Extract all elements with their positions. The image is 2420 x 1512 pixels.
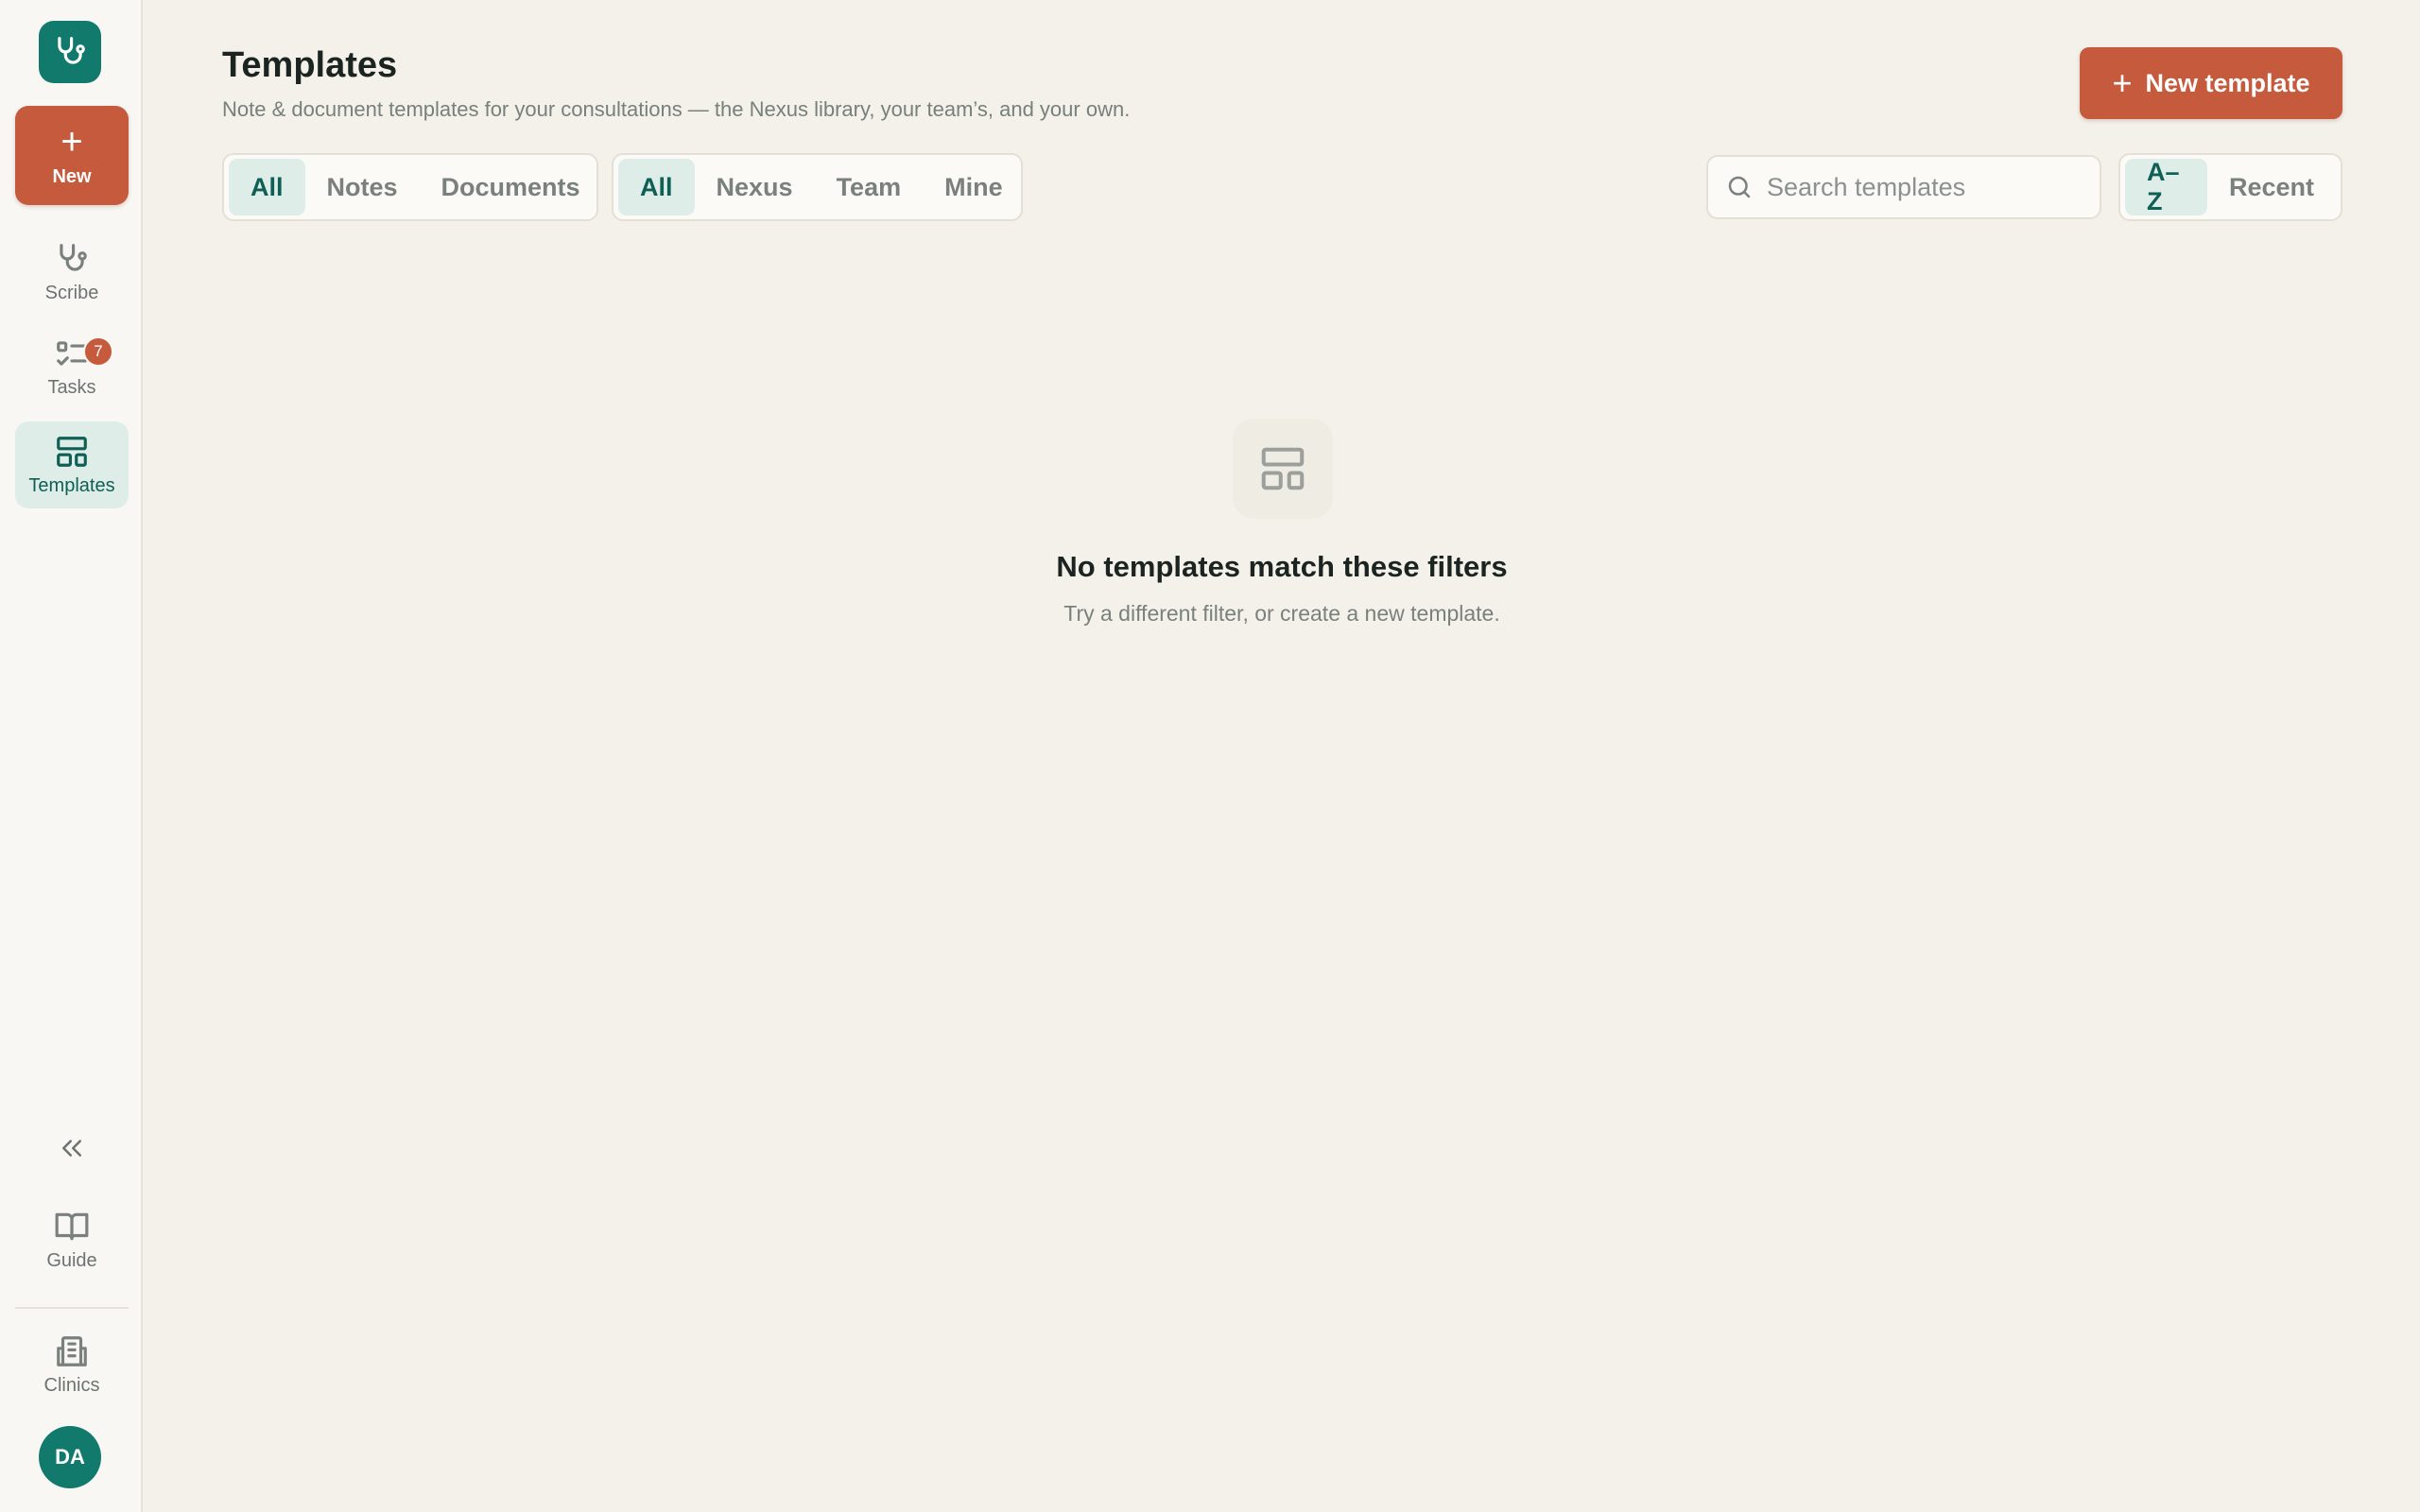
page-subtitle: Note & document templates for your consu… <box>222 97 1131 121</box>
sidebar-item-label: Clinics <box>43 1374 100 1396</box>
source-filter-nexus[interactable]: Nexus <box>695 159 815 215</box>
source-filter-team[interactable]: Team <box>815 159 924 215</box>
search-icon <box>1728 176 1751 198</box>
new-template-label: New template <box>2145 68 2310 97</box>
type-filter-all[interactable]: All <box>229 159 305 215</box>
sidebar-divider <box>15 1307 129 1309</box>
source-filter-all[interactable]: All <box>618 159 695 215</box>
sort-toggle: A–Z Recent <box>2118 153 2342 221</box>
plus-icon: + <box>2112 63 2133 102</box>
sidebar-item-label: Tasks <box>47 376 96 398</box>
search-box <box>1706 155 2101 219</box>
main-content: Templates Note & document templates for … <box>145 0 2420 1512</box>
empty-state-icon-box <box>1233 419 1333 519</box>
sidebar-item-label: Guide <box>46 1249 97 1271</box>
new-button-label: New <box>52 166 92 187</box>
sidebar-item-scribe[interactable]: Scribe <box>15 232 129 312</box>
chevrons-left-icon <box>62 1140 81 1157</box>
stethoscope-icon <box>58 37 85 64</box>
sidebar-item-tasks[interactable]: Tasks 7 <box>15 327 129 406</box>
type-filter-documents[interactable]: Documents <box>420 159 602 215</box>
sidebar-item-guide[interactable]: Guide <box>15 1200 129 1280</box>
sidebar: + New Scribe Tasks 7 Templates Guide Cli… <box>0 0 143 1512</box>
page-title: Templates <box>222 45 398 85</box>
stethoscope-icon <box>60 243 87 271</box>
sort-az[interactable]: A–Z <box>2125 158 2207 215</box>
collapse-sidebar-button[interactable] <box>53 1129 91 1167</box>
app-logo[interactable] <box>39 21 101 83</box>
templates-icon <box>57 436 87 467</box>
sidebar-item-label: Templates <box>28 474 115 496</box>
empty-state-subtitle: Try a different filter, or create a new … <box>1063 601 1500 626</box>
type-filter-notes[interactable]: Notes <box>305 159 420 215</box>
source-filter: All Nexus Team Mine <box>612 153 1023 221</box>
new-button[interactable]: + New <box>15 106 129 205</box>
type-filter: All Notes Documents <box>222 153 598 221</box>
new-template-button[interactable]: + New template <box>2080 47 2342 119</box>
source-filter-mine[interactable]: Mine <box>923 159 1025 215</box>
sidebar-item-templates[interactable]: Templates <box>15 421 129 508</box>
sort-recent[interactable]: Recent <box>2207 159 2336 215</box>
book-icon <box>55 1212 89 1240</box>
search-input[interactable] <box>1767 172 2088 202</box>
tasks-count-badge: 7 <box>83 336 113 367</box>
templates-icon <box>1261 447 1305 490</box>
sidebar-item-clinics[interactable]: Clinics <box>15 1325 129 1404</box>
building-icon <box>57 1335 87 1366</box>
sidebar-item-label: Scribe <box>44 282 99 303</box>
empty-state-title: No templates match these filters <box>1056 550 1508 583</box>
plus-icon: + <box>60 121 83 163</box>
user-avatar[interactable]: DA <box>39 1426 101 1488</box>
